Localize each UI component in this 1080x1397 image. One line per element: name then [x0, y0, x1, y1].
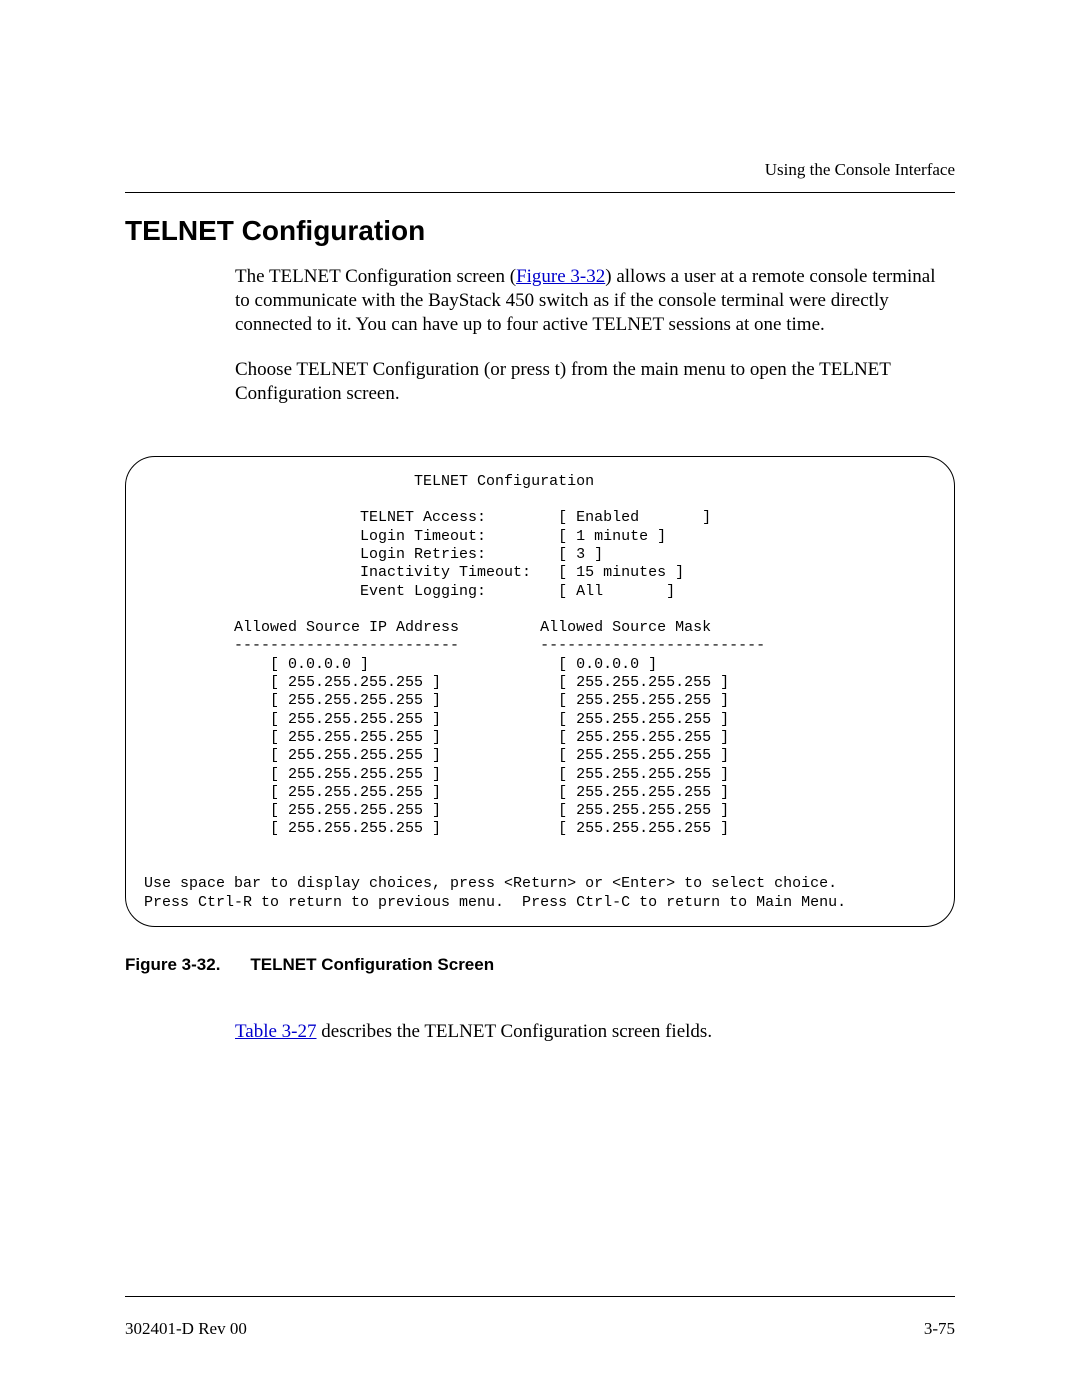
intro-text: The TELNET Configuration screen (Figure … [235, 265, 955, 406]
after-rest: describes the TELNET Configuration scree… [317, 1021, 713, 1042]
section-title: TELNET Configuration [125, 215, 955, 247]
page-number: 3-75 [924, 1319, 955, 1339]
para-1a: The TELNET Configuration screen ( [235, 266, 516, 287]
doc-id: 302401-D Rev 00 [125, 1319, 247, 1339]
figure-caption: Figure 3-32. TELNET Configuration Screen [125, 955, 955, 975]
console-screen: TELNET Configuration TELNET Access: [ En… [125, 456, 955, 927]
table-link[interactable]: Table 3-27 [235, 1021, 317, 1042]
after-figure-text: Table 3-27 describes the TELNET Configur… [235, 1021, 955, 1043]
footer-rule [125, 1296, 955, 1297]
figure-number: Figure 3-32. [125, 955, 220, 975]
running-header: Using the Console Interface [125, 160, 955, 180]
para-1: The TELNET Configuration screen (Figure … [235, 265, 955, 336]
page-footer: 302401-D Rev 00 3-75 [125, 1319, 955, 1339]
figure-link[interactable]: Figure 3-32 [516, 266, 605, 287]
figure-title: TELNET Configuration Screen [250, 955, 494, 974]
para-2: Choose TELNET Configuration (or press t)… [235, 358, 955, 406]
header-rule [125, 192, 955, 193]
